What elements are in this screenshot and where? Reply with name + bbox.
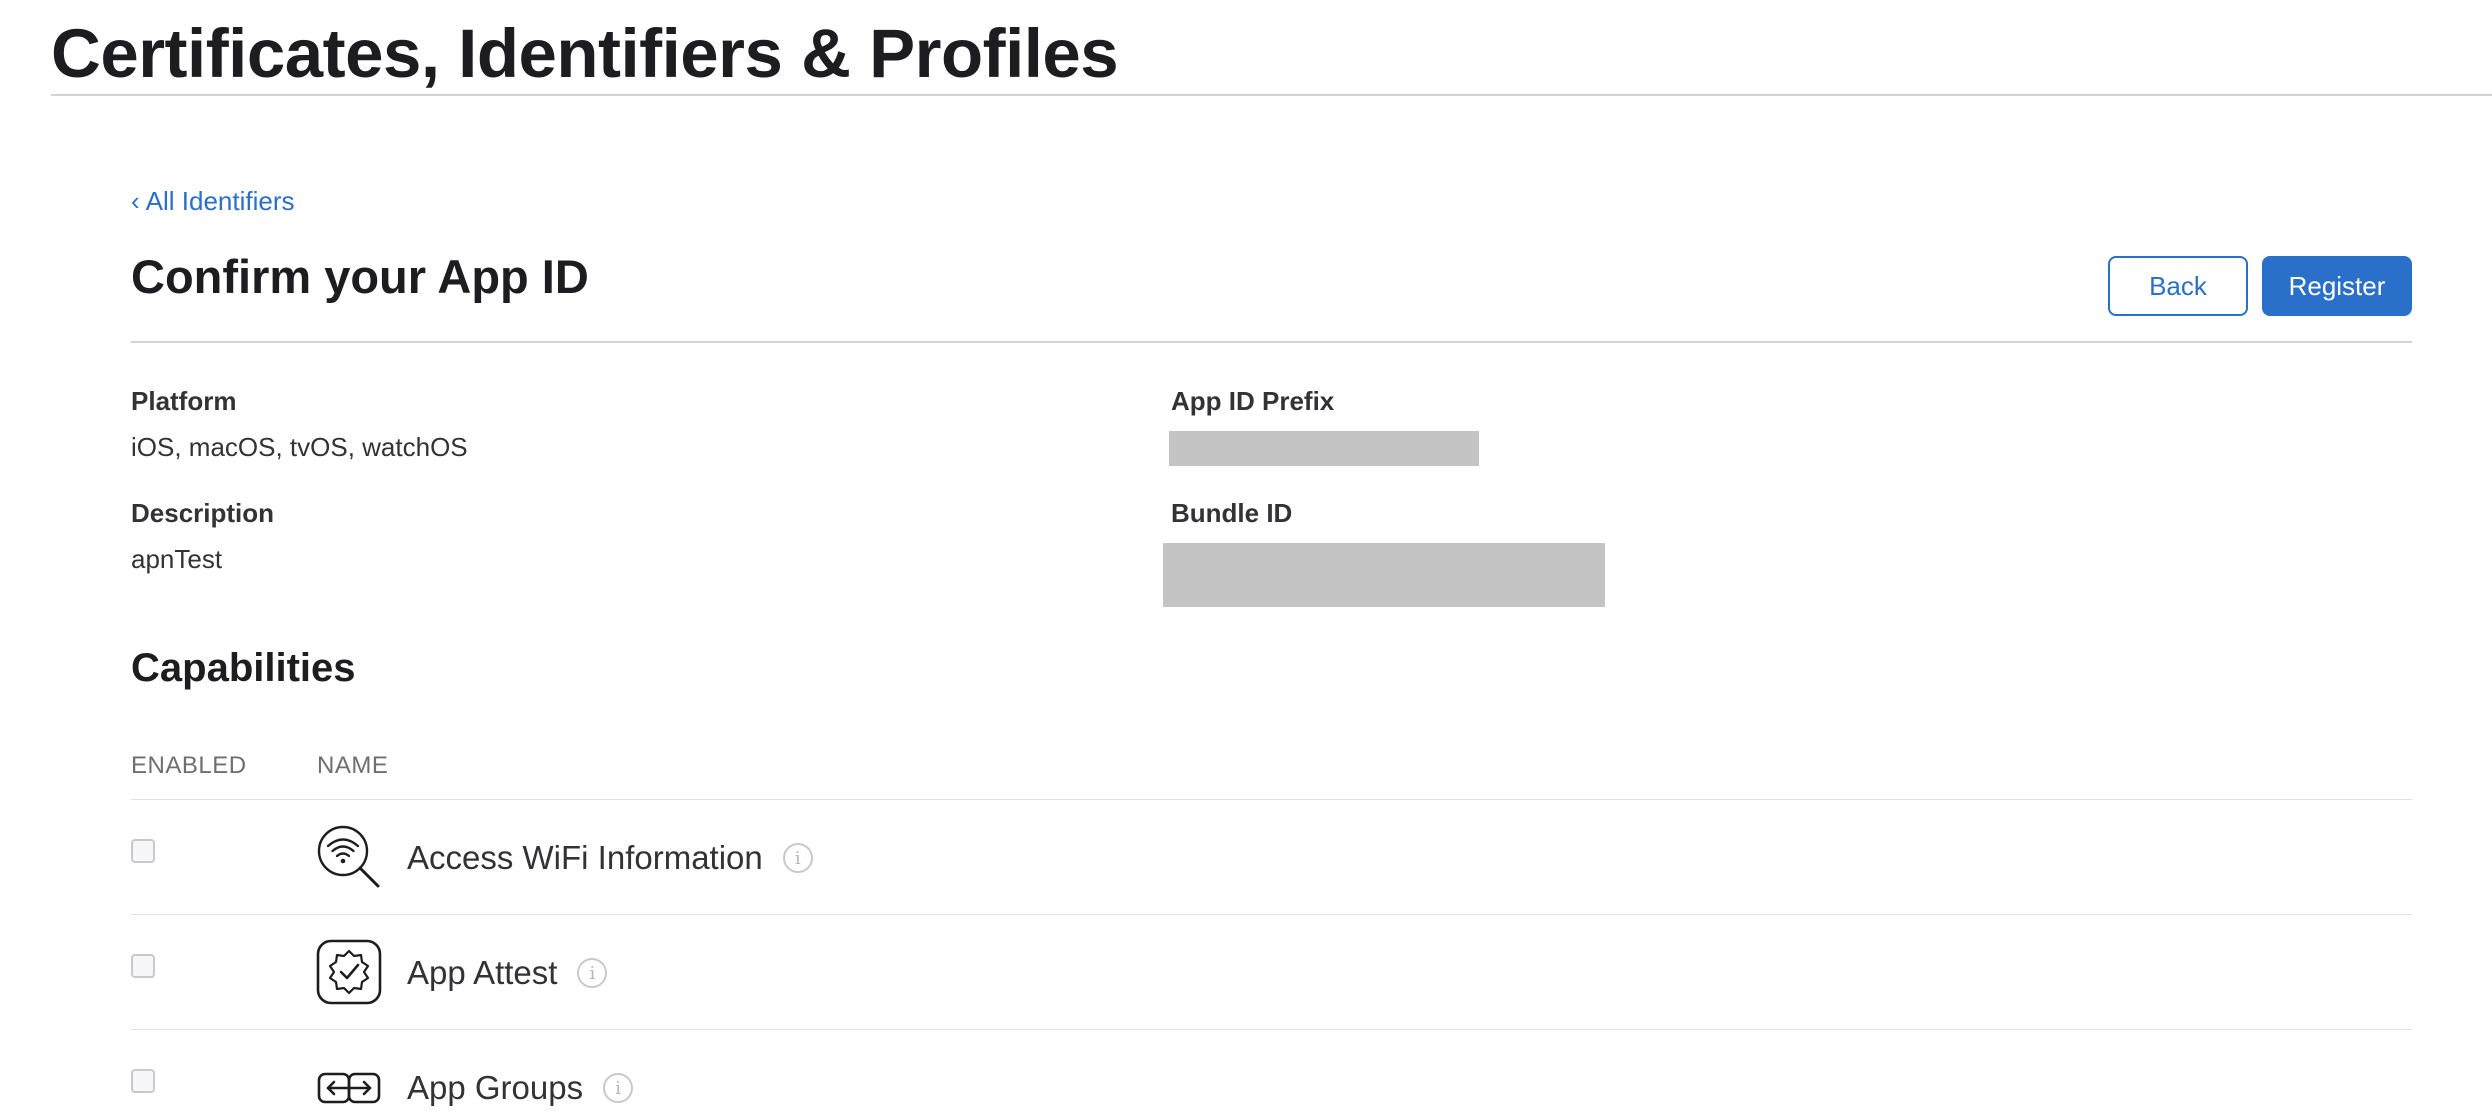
capability-name: App Groups i (407, 1068, 634, 1108)
capability-enabled-checkbox[interactable] (131, 839, 155, 863)
capability-name: Access WiFi Information i (407, 838, 813, 878)
page: Certificates, Identifiers & Profiles ‹ Al… (0, 0, 2492, 1116)
platform-label: Platform (131, 386, 237, 416)
all-identifiers-link-label: All Identifiers (145, 186, 295, 216)
capability-name-label: App Groups (407, 1069, 584, 1106)
page-title: Confirm your App ID (131, 250, 589, 303)
title-divider (131, 341, 2412, 343)
capabilities-heading: Capabilities (131, 646, 356, 690)
register-button[interactable]: Register (2262, 256, 2412, 316)
info-icon[interactable]: i (577, 958, 608, 989)
capability-name-label: Access WiFi Information (407, 839, 763, 876)
bundle-id-label: Bundle ID (1171, 498, 1293, 528)
description-label: Description (131, 498, 275, 528)
capability-name: App Attest i (407, 953, 608, 993)
site-title: Certificates, Identifiers & Profiles (51, 15, 1119, 92)
chevron-left-icon: ‹ (131, 186, 140, 216)
back-button[interactable]: Back (2108, 256, 2248, 316)
app-id-prefix-label: App ID Prefix (1171, 386, 1335, 416)
description-value: apnTest (131, 544, 223, 574)
capability-enabled-checkbox[interactable] (131, 1069, 155, 1093)
capability-name-label: App Attest (407, 954, 558, 991)
app-groups-icon (317, 1072, 381, 1104)
capability-enabled-checkbox[interactable] (131, 954, 155, 978)
form-actions: Back Register (2108, 256, 2412, 316)
platform-value: iOS, macOS, tvOS, watchOS (131, 432, 468, 462)
verified-badge-icon (316, 939, 382, 1005)
all-identifiers-link[interactable]: ‹ All Identifiers (131, 184, 295, 218)
wifi-search-icon (317, 825, 380, 888)
info-icon[interactable]: i (603, 1073, 634, 1104)
name-column-header: NAME (317, 752, 389, 779)
capability-row-access-wifi-information: Access WiFi Information i (131, 800, 2412, 915)
capability-row-app-attest: App Attest i (131, 915, 2412, 1030)
enabled-column-header: ENABLED (131, 752, 247, 779)
bundle-id-redacted (1163, 543, 1605, 607)
site-header-divider (51, 94, 2492, 96)
capability-row-app-groups: App Groups i (131, 1030, 2412, 1116)
app-id-prefix-redacted (1169, 431, 1479, 466)
info-icon[interactable]: i (782, 843, 813, 874)
